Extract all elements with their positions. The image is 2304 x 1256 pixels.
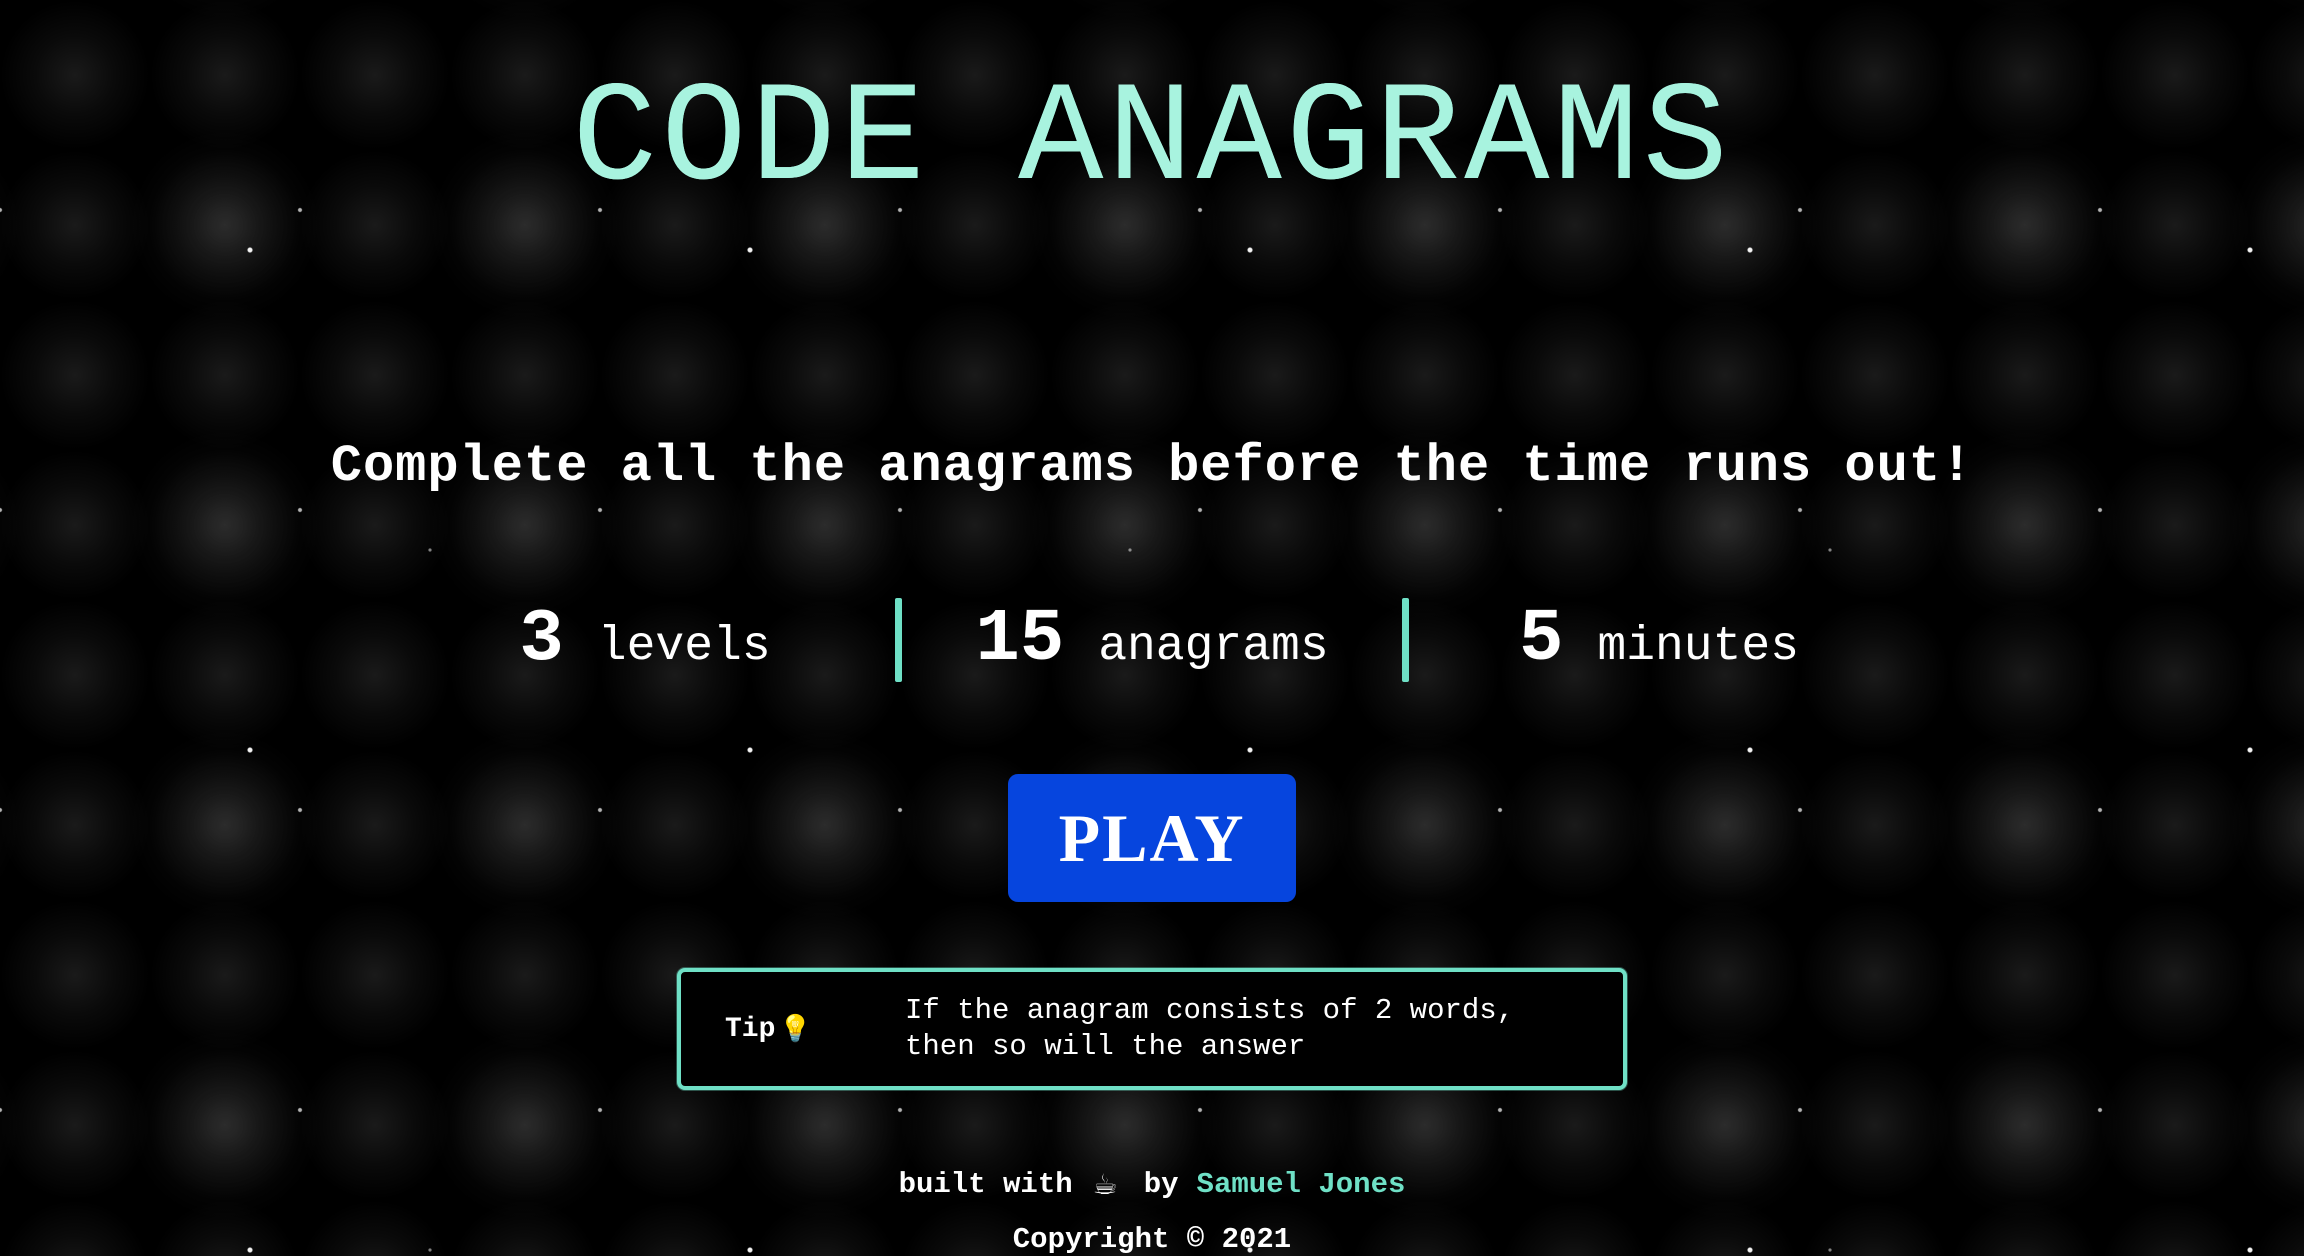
built-with-text: built with: [898, 1168, 1073, 1201]
stat-levels-value: 3: [519, 598, 564, 683]
play-button[interactable]: PLAY: [1008, 774, 1296, 903]
stat-anagrams-value: 15: [975, 598, 1065, 683]
tip-box: Tip 💡 If the anagram consists of 2 words…: [677, 968, 1627, 1090]
page-background: CODE ANAGRAMS Complete all the anagrams …: [0, 0, 2304, 1256]
tip-text: If the anagram consists of 2 words, then…: [905, 994, 1515, 1064]
stat-minutes: 5 minutes: [1409, 598, 1909, 682]
stat-minutes-value: 5: [1518, 598, 1564, 683]
author-link[interactable]: Samuel Jones: [1197, 1168, 1406, 1201]
tip-label: Tip: [725, 1013, 776, 1045]
stat-anagrams: 15 anagrams: [902, 598, 1402, 682]
stat-levels-label: levels: [597, 620, 771, 675]
page-title: CODE ANAGRAMS: [572, 60, 1732, 221]
lightbulb-icon: 💡: [779, 1014, 812, 1045]
stat-levels: 3 levels: [395, 598, 895, 682]
subtitle: Complete all the anagrams before the tim…: [330, 437, 1974, 497]
coffee-icon: ☕: [1092, 1168, 1118, 1201]
main-content: CODE ANAGRAMS Complete all the anagrams …: [0, 0, 2304, 1256]
stats-row: 3 levels 15 anagrams 5 minutes: [395, 596, 1909, 684]
tip-label-group: Tip 💡: [681, 1014, 905, 1045]
stat-minutes-label: minutes: [1597, 620, 1800, 675]
stats-divider: [895, 598, 902, 683]
stat-anagrams-label: anagrams: [1098, 620, 1329, 675]
footer-credit: built with ☕ by Samuel Jones: [899, 1168, 1406, 1201]
copyright: Copyright © 2021: [1012, 1223, 1292, 1256]
stats-divider: [1402, 598, 1409, 683]
by-text: by: [1143, 1168, 1179, 1201]
